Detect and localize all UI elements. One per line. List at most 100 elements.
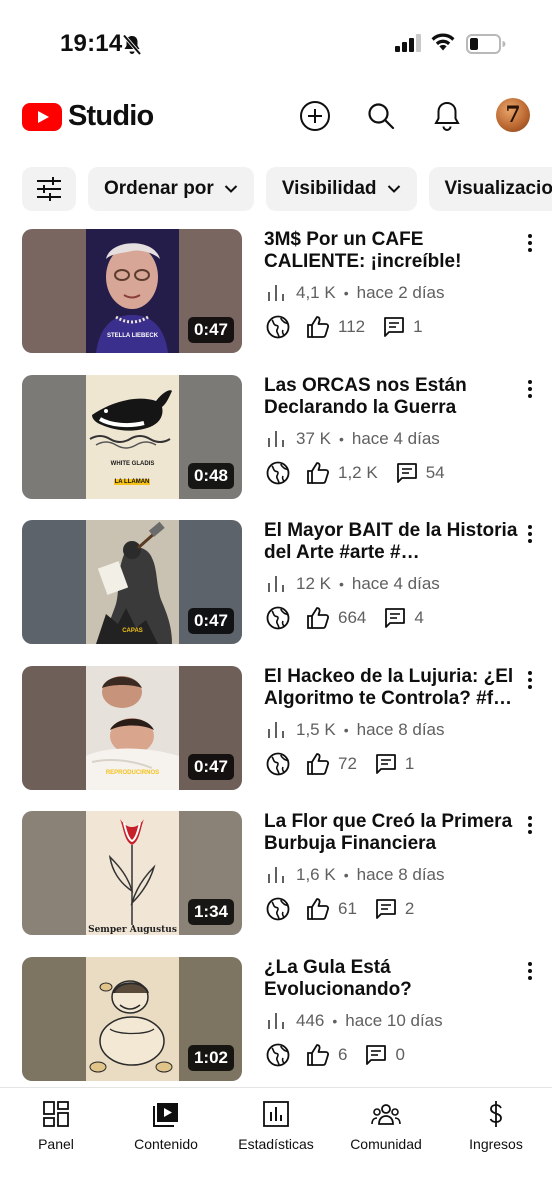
thumbnail-image: CAPAS xyxy=(86,520,179,644)
upload-age: hace 4 días xyxy=(351,574,440,593)
nav-label: Ingresos xyxy=(469,1136,523,1152)
analytics-bars-icon xyxy=(268,285,284,301)
more-options-button[interactable] xyxy=(520,813,540,837)
analytics-bars-icon xyxy=(268,1013,284,1029)
like-count: 6 xyxy=(338,1045,348,1064)
nav-label: Estadísticas xyxy=(238,1136,314,1152)
nav-stats[interactable]: Estadísticas xyxy=(221,1100,331,1152)
thumbs-up-icon xyxy=(307,607,330,629)
video-row[interactable]: REPRODUCIRNOS 0:47 El Hackeo de la Lujur… xyxy=(0,666,552,790)
thumbnail-caption: WHITE GLADIS xyxy=(110,461,155,467)
search-icon xyxy=(368,103,395,130)
globe-public-icon xyxy=(266,606,290,630)
nav-panel[interactable]: Panel xyxy=(1,1100,111,1152)
like-count: 664 xyxy=(338,608,367,627)
video-title[interactable]: La Flor que Creó la Primera Burbuja Fina… xyxy=(264,811,522,855)
sliders-icon xyxy=(37,177,61,201)
youtube-logo-icon xyxy=(22,102,62,131)
thumbs-up-icon xyxy=(307,1044,330,1066)
filter-settings-button[interactable] xyxy=(22,167,76,211)
views-chip[interactable]: Visualizaciones xyxy=(428,167,552,211)
video-row[interactable]: CAPAS 0:47 El Mayor BAIT de la Historia … xyxy=(0,520,552,644)
video-duration: 0:48 xyxy=(187,463,234,489)
video-title[interactable]: 3M$ Por un CAFE CALIENTE: ¡increíble! xyxy=(264,229,522,273)
community-icon xyxy=(371,1104,401,1125)
video-thumbnail[interactable]: Semper Augustus 1:34 xyxy=(22,811,242,935)
comment-icon xyxy=(376,899,396,919)
video-thumbnail[interactable]: STELLA LIEBECK 0:47 xyxy=(22,229,242,353)
video-row[interactable]: WHITE GLADIS LA LLAMAN 0:48 Las ORCAS no… xyxy=(0,375,552,499)
analytics-bars-icon xyxy=(268,431,284,447)
sort-by-label: Ordenar por xyxy=(104,178,214,199)
globe-public-icon xyxy=(266,752,290,776)
thumbnail-caption: STELLA LIEBECK xyxy=(106,333,159,339)
thumbnail-caption: Semper Augustus xyxy=(88,925,177,935)
visibility-chip[interactable]: Visibilidad xyxy=(265,167,417,211)
video-duration: 1:34 xyxy=(187,899,234,925)
thumbnail-caption: CAPAS xyxy=(122,628,143,634)
like-count: 112 xyxy=(338,317,366,336)
search-button[interactable] xyxy=(363,98,399,134)
comment-count: 0 xyxy=(395,1045,405,1064)
comment-count: 1 xyxy=(404,754,415,773)
video-thumbnail[interactable]: REPRODUCIRNOS 0:47 xyxy=(22,666,242,790)
thumbnail-image: REPRODUCIRNOS xyxy=(86,666,179,790)
nav-label: Panel xyxy=(38,1136,74,1152)
comment-icon xyxy=(396,463,417,483)
thumbnail-image xyxy=(86,957,179,1081)
create-button[interactable] xyxy=(297,98,333,134)
more-options-button[interactable] xyxy=(520,231,540,255)
more-options-button[interactable] xyxy=(520,522,540,546)
video-meta: 446 • hace 10 días xyxy=(266,1011,443,1031)
separator-dot: • xyxy=(338,431,344,447)
bell-icon xyxy=(434,101,460,131)
bottom-navigation: Panel Contenido Estadísticas Comunidad I… xyxy=(0,1087,552,1200)
video-duration: 0:47 xyxy=(187,754,234,780)
video-title[interactable]: El Hackeo de la Lujuria: ¿El Algoritmo t… xyxy=(264,666,522,710)
comment-icon xyxy=(385,608,406,628)
nav-content[interactable]: Contenido xyxy=(111,1100,221,1152)
like-count: 61 xyxy=(338,899,357,918)
thumbs-up-icon xyxy=(307,898,330,920)
content-library-icon xyxy=(153,1103,178,1127)
video-title[interactable]: El Mayor BAIT de la Historia del Arte #a… xyxy=(264,520,522,564)
video-meta: 12 K • hace 4 días xyxy=(266,574,440,594)
more-options-button[interactable] xyxy=(520,668,540,692)
video-title[interactable]: Las ORCAS nos Están Declarando la Guerra xyxy=(264,375,522,419)
upload-age: hace 2 días xyxy=(356,283,445,302)
nav-label: Comunidad xyxy=(350,1136,422,1152)
logo-text: Studio xyxy=(68,100,154,132)
video-row[interactable]: 1:02 ¿La Gula Está Evolucionando? 446 • … xyxy=(0,957,552,1081)
video-stats: 72 1 xyxy=(266,752,414,776)
battery-icon xyxy=(466,34,506,59)
thumbnail-image: Semper Augustus xyxy=(86,811,179,935)
nav-revenue[interactable]: Ingresos xyxy=(441,1100,551,1152)
more-options-button[interactable] xyxy=(520,377,540,401)
avatar[interactable]: 7 xyxy=(496,98,530,132)
status-bar: 19:14 xyxy=(0,0,552,90)
cellular-signal-icon xyxy=(395,34,423,57)
globe-public-icon xyxy=(266,461,290,485)
nav-community[interactable]: Comunidad xyxy=(331,1100,441,1152)
dashboard-icon xyxy=(43,1101,69,1127)
video-meta: 1,6 K • hace 8 días xyxy=(266,865,445,885)
video-thumbnail[interactable]: CAPAS 0:47 xyxy=(22,520,242,644)
video-thumbnail[interactable]: 1:02 xyxy=(22,957,242,1081)
video-row[interactable]: Semper Augustus 1:34 La Flor que Creó la… xyxy=(0,811,552,935)
comment-icon xyxy=(376,754,396,774)
notifications-button[interactable] xyxy=(429,98,465,134)
video-row[interactable]: STELLA LIEBECK 0:47 3M$ Por un CAFE CALI… xyxy=(0,229,552,353)
globe-public-icon xyxy=(266,1043,290,1067)
comment-count: 54 xyxy=(425,463,445,482)
youtube-studio-logo[interactable]: Studio xyxy=(22,100,154,133)
like-count: 72 xyxy=(338,754,357,773)
sort-by-chip[interactable]: Ordenar por xyxy=(88,167,254,211)
video-title[interactable]: ¿La Gula Está Evolucionando? xyxy=(264,957,522,1001)
video-thumbnail[interactable]: WHITE GLADIS LA LLAMAN 0:48 xyxy=(22,375,242,499)
view-count: 1,5 K xyxy=(296,720,336,739)
avatar-initial: 7 xyxy=(505,102,521,128)
more-options-button[interactable] xyxy=(520,959,540,983)
comment-count: 2 xyxy=(404,899,415,918)
view-count: 12 K xyxy=(296,574,331,593)
separator-dot: • xyxy=(338,576,344,592)
